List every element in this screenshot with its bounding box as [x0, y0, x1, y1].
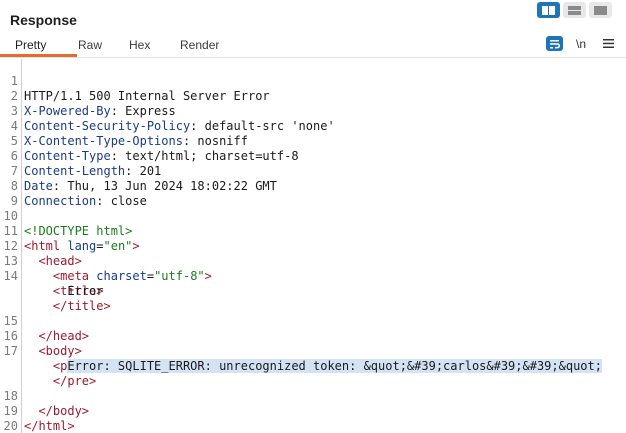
header-value: close — [110, 194, 147, 208]
body-close-tag: </body> — [38, 404, 90, 418]
layout-horizontal-button[interactable] — [563, 2, 586, 18]
header-separator: : — [110, 149, 126, 163]
wrap-icon — [545, 36, 563, 51]
header-value: default-src 'none' — [204, 119, 335, 133]
head-close-tag: </head> — [38, 329, 90, 343]
equals-sign: = — [146, 269, 155, 283]
code-line: Error: SQLITE_ERROR: unrecognized token:… — [0, 344, 602, 373]
charset-attribute: charset — [96, 269, 147, 283]
newline-toggle-button[interactable]: \n — [572, 35, 590, 52]
header-value: text/html; charset=utf-8 — [125, 149, 299, 163]
code-line: 12 <head> — [0, 224, 82, 268]
tab-raw[interactable]: Raw — [78, 38, 102, 52]
header-separator: : — [182, 134, 198, 148]
code-line: Error — [0, 269, 103, 298]
tab-hex[interactable]: Hex — [129, 38, 150, 52]
body-open-tag: <body> — [38, 344, 82, 358]
view-tabs: Pretty Raw Hex Render — [0, 35, 626, 58]
tag-close-bracket: > — [132, 239, 140, 253]
header-value: Express — [125, 104, 176, 118]
charset-value: "utf-8" — [154, 269, 205, 283]
head-open-tag: <head> — [38, 254, 82, 268]
header-name: X-Content-Type-Options — [24, 134, 183, 148]
code-line: 5 Content-Type: text/html; charset=utf-8 — [0, 119, 299, 163]
panel-title: Response — [10, 12, 77, 28]
code-line: 18 </body> — [0, 374, 89, 418]
code-line: 19 </html> — [0, 389, 75, 433]
tag-close-bracket: > — [204, 269, 212, 283]
lang-value: "en" — [103, 239, 133, 253]
header-name: Content-Security-Policy — [24, 119, 191, 133]
title-close-tag: </title> — [52, 299, 111, 313]
error-message: Error: SQLITE_ERROR: unrecognized token:… — [67, 359, 602, 373]
pre-close-tag: </pre> — [52, 374, 97, 388]
equals-sign: = — [96, 239, 104, 253]
code-line: 17 <pre> — [0, 329, 89, 373]
code-line: 4 X-Content-Type-Options: nosniff — [0, 104, 248, 148]
layout-single-icon — [594, 5, 607, 15]
line-number: 20 — [3, 419, 18, 433]
header-separator: : — [52, 179, 68, 193]
code-line: 20 — [0, 404, 43, 433]
code-line: 13 <meta charset="utf-8"> — [0, 239, 212, 283]
response-panel: Response Pretty Raw Hex Render \n 1 HTTP… — [0, 0, 626, 433]
meta-open-tag: <meta — [52, 269, 90, 283]
header-separator: : — [110, 104, 126, 118]
layout-split-icon — [542, 5, 555, 15]
header-separator: : — [96, 194, 111, 208]
menu-button[interactable] — [600, 35, 616, 52]
code-line: 9 — [0, 179, 43, 208]
code-line: 14 <title> — [0, 254, 104, 298]
code-line: </title> — [0, 284, 111, 313]
code-line: 3 Content-Security-Policy: default-src '… — [0, 89, 335, 133]
tab-render[interactable]: Render — [180, 38, 219, 52]
status-line: HTTP/1.1 500 Internal Server Error — [24, 89, 270, 103]
menu-icon — [602, 39, 614, 48]
code-line: 15 </head> — [0, 299, 89, 343]
code-line: 1 HTTP/1.1 500 Internal Server Error — [0, 59, 270, 103]
code-line: 11 <html lang="en"> — [0, 209, 140, 253]
lang-attribute: lang — [67, 239, 97, 253]
active-tab-indicator — [0, 54, 77, 57]
code-line: 8 Connection: close — [0, 164, 147, 208]
header-value: 201 — [139, 164, 162, 178]
code-line: 7 Date: Thu, 13 Jun 2024 18:02:22 GMT — [0, 149, 277, 193]
header-separator: : — [190, 119, 205, 133]
code-line: 6 Content-Length: 201 — [0, 134, 162, 178]
newline-icon: \n — [575, 36, 586, 51]
layout-split-button[interactable] — [537, 2, 560, 18]
tab-pretty[interactable]: Pretty — [15, 38, 46, 52]
code-line: 10 <!DOCTYPE html> — [0, 194, 133, 238]
title-text: Error — [67, 284, 104, 298]
code-line: </pre> — [0, 359, 96, 388]
view-layout-toggle — [537, 2, 612, 18]
code-line: 2 X-Powered-By: Express — [0, 74, 176, 118]
layout-horizontal-icon — [568, 5, 581, 15]
code-line: 16 <body> — [0, 314, 82, 358]
wrap-lines-button[interactable] — [545, 35, 563, 52]
layout-single-button[interactable] — [589, 2, 612, 18]
header-separator: : — [125, 164, 140, 178]
header-value: nosniff — [197, 134, 248, 148]
header-value: Thu, 13 Jun 2024 18:02:22 GMT — [67, 179, 277, 193]
